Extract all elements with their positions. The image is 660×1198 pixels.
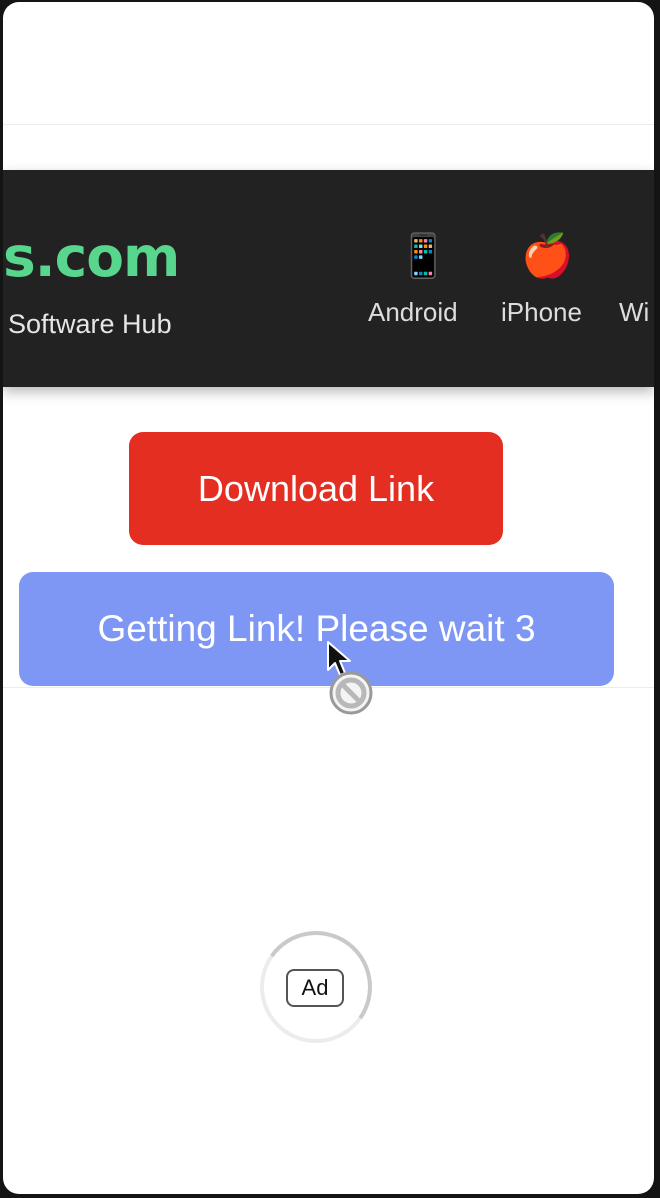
download-link-button[interactable]: Download Link: [129, 432, 503, 545]
site-logo[interactable]: s.com: [3, 226, 180, 288]
top-bar: [3, 2, 654, 125]
not-allowed-icon: [329, 671, 373, 715]
mobile-phone-icon: 📱: [397, 231, 450, 280]
nav-label-iphone: iPhone: [501, 297, 582, 327]
apple-icon: 🍎: [521, 231, 574, 280]
ad-badge[interactable]: Ad: [286, 969, 344, 1007]
site-tagline: Software Hub: [8, 309, 172, 339]
nav-label-windows: Wi: [619, 297, 650, 327]
nav-label-android: Android: [368, 297, 458, 327]
screen: { "header": { "logo_text": "s.com", "tag…: [0, 0, 660, 1198]
browser-window: s.com Software Hub 📱 Android 🍎 iPhone Wi…: [3, 2, 654, 1194]
getting-link-button[interactable]: Getting Link! Please wait 3: [19, 572, 614, 686]
